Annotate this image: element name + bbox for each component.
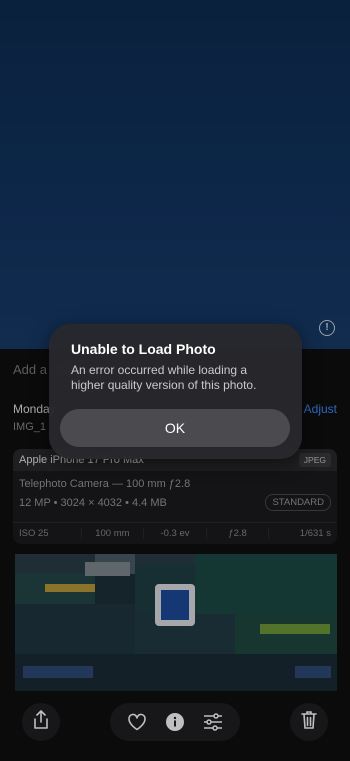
- error-alert: Unable to Load Photo An error occurred w…: [49, 324, 302, 459]
- alert-message: An error occurred while loading a higher…: [71, 363, 257, 392]
- alert-title: Unable to Load Photo: [71, 341, 216, 357]
- ok-button[interactable]: OK: [60, 409, 290, 447]
